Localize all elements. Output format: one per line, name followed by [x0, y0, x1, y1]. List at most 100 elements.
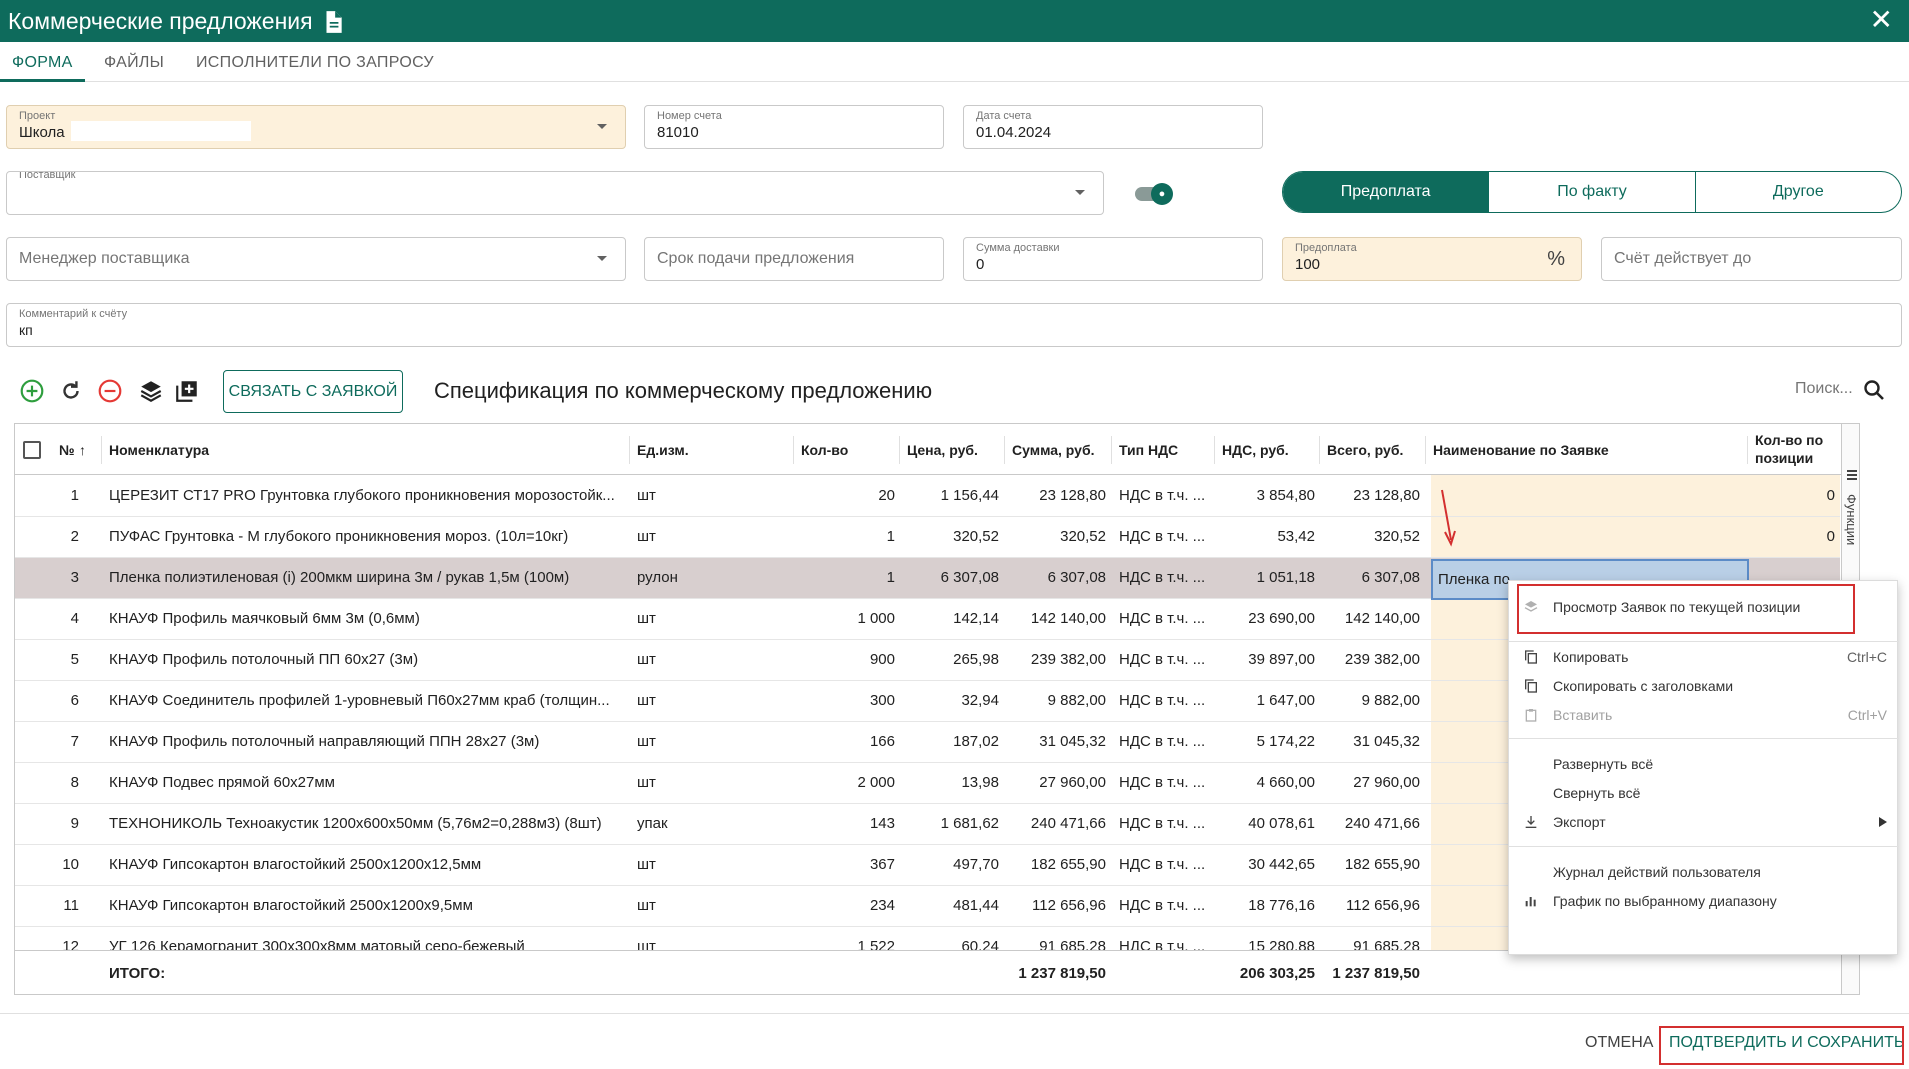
menu-item-export[interactable]: Экспорт	[1509, 805, 1899, 839]
row-price: 265,98	[953, 651, 999, 668]
col-separator	[899, 436, 900, 464]
row-price: 13,98	[961, 774, 999, 791]
row-nomenclature: КНАУФ Соединитель профилей 1-уровневый П…	[109, 692, 610, 709]
table-row[interactable]: 2 ПУФАС Грунтовка - М глубокого проникнов…	[15, 517, 1840, 558]
search-icon[interactable]	[1862, 378, 1886, 402]
tab-files[interactable]: ФАЙЛЫ	[104, 54, 164, 72]
comment-field[interactable]: Комментарий к счёту кп	[6, 303, 1902, 347]
col-request-qty[interactable]: Кол-во по позиции	[1755, 431, 1835, 467]
submission-deadline-field[interactable]: Срок подачи предложения	[644, 237, 944, 281]
row-number: 10	[62, 856, 79, 873]
menu-item-label: Экспорт	[1553, 814, 1606, 830]
remove-circle-icon[interactable]	[97, 378, 123, 404]
col-price[interactable]: Цена, руб.	[907, 442, 978, 458]
annotation-highlight-box	[1659, 1026, 1904, 1065]
functions-label: Функции	[1844, 494, 1859, 546]
row-qty: 1	[886, 569, 895, 586]
payment-on-fact-button[interactable]: По факту	[1488, 172, 1694, 212]
row-number: 1	[70, 487, 79, 504]
spec-title: Спецификация по коммерческому предложени…	[434, 378, 933, 403]
row-unit: рулон	[637, 569, 678, 586]
invoice-date-field[interactable]: Дата счета 01.04.2024	[963, 105, 1263, 149]
payment-other-button[interactable]: Другое	[1694, 172, 1901, 212]
paste-icon	[1525, 709, 1537, 722]
supplier-search-toggle[interactable]: ●	[1135, 183, 1173, 205]
row-sum: 142 140,00	[1030, 610, 1106, 627]
select-all-checkbox[interactable]	[23, 441, 41, 459]
delivery-sum-value: 0	[976, 256, 985, 273]
supplier-manager-field[interactable]: Менеджер поставщика	[6, 237, 626, 281]
footer-divider	[0, 1013, 1909, 1014]
add-copy-icon[interactable]	[174, 378, 200, 404]
chevron-down-icon[interactable]	[1075, 190, 1085, 195]
row-sum: 23 128,80	[1039, 487, 1106, 504]
col-separator	[629, 436, 630, 464]
row-sum: 320,52	[1060, 528, 1106, 545]
col-qty[interactable]: Кол-во	[801, 442, 848, 458]
menu-item-label: Копировать	[1553, 649, 1629, 665]
col-request-name[interactable]: Наименование по Заявке	[1433, 442, 1609, 458]
col-nomenclature[interactable]: Номенклатура	[109, 442, 209, 458]
layers-icon[interactable]	[138, 378, 164, 404]
row-nomenclature: ТЕХНОНИКОЛЬ Техноакустик 1200х600х50мм (…	[109, 815, 602, 832]
col-sum[interactable]: Сумма, руб.	[1012, 442, 1095, 458]
add-circle-icon[interactable]	[19, 378, 45, 404]
row-unit: шт	[637, 897, 656, 914]
invoice-number-field[interactable]: Номер счета 81010	[644, 105, 944, 149]
row-price: 497,70	[953, 856, 999, 873]
menu-item-range-chart[interactable]: График по выбранному диапазону	[1509, 884, 1899, 918]
row-number: 6	[70, 692, 79, 709]
delivery-sum-field[interactable]: Сумма доставки 0	[963, 237, 1263, 281]
row-total: 112 656,96	[1346, 897, 1420, 914]
window-title: Коммерческие предложения	[8, 8, 313, 34]
row-total: 27 960,00	[1353, 774, 1420, 791]
invoice-valid-until-placeholder: Счёт действует до	[1614, 250, 1752, 267]
search-input[interactable]: Поиск...	[1795, 380, 1853, 398]
row-unit: шт	[637, 774, 656, 791]
col-total[interactable]: Всего, руб.	[1327, 442, 1403, 458]
row-number: 8	[70, 774, 79, 791]
col-vat-type[interactable]: Тип НДС	[1119, 442, 1178, 458]
tab-form[interactable]: ФОРМА	[12, 54, 73, 72]
comment-value: кп	[19, 322, 33, 338]
prepayment-field[interactable]: Предоплата 100 %	[1282, 237, 1582, 281]
col-number[interactable]: №	[59, 442, 75, 458]
row-qty: 234	[869, 897, 895, 914]
row-price: 142,14	[953, 610, 999, 627]
menu-item-paste[interactable]: Вставить Ctrl+V	[1509, 698, 1899, 732]
row-total: 240 471,66	[1344, 815, 1420, 832]
sort-asc-icon[interactable]: ↑	[79, 442, 86, 458]
tab-executors[interactable]: ИСПОЛНИТЕЛИ ПО ЗАПРОСУ	[196, 54, 434, 72]
link-to-request-button[interactable]: СВЯЗАТЬ С ЗАЯВКОЙ	[223, 370, 403, 413]
table-row[interactable]: 1 ЦЕРЕЗИТ СТ17 PRO Грунтовка глубокого пр…	[15, 476, 1840, 517]
row-total: 239 382,00	[1344, 651, 1420, 668]
refresh-icon[interactable]	[58, 378, 84, 404]
payment-prepayment-button[interactable]: Предоплата	[1283, 172, 1489, 212]
totals-vat: 206 303,25	[1239, 965, 1315, 982]
row-total: 142 140,00	[1344, 610, 1420, 627]
row-number: 5	[70, 651, 79, 668]
col-unit[interactable]: Ед.изм.	[637, 442, 689, 458]
chevron-down-icon[interactable]	[597, 256, 607, 261]
row-unit: шт	[637, 733, 656, 750]
row-unit: шт	[637, 528, 656, 545]
row-price: 1 681,62	[940, 815, 999, 832]
row-qty: 367	[869, 856, 895, 873]
row-unit: шт	[637, 856, 656, 873]
close-icon[interactable]: ✕	[1870, 6, 1893, 34]
row-nomenclature: ПУФАС Грунтовка - М глубокого проникнове…	[109, 528, 569, 545]
row-vat: 5 174,22	[1256, 733, 1315, 750]
menu-item-label: Развернуть всё	[1553, 756, 1654, 772]
project-field[interactable]: Проект Школа	[6, 105, 626, 149]
row-vat-type: НДС в т.ч. ...	[1119, 487, 1206, 504]
row-number: 11	[63, 897, 79, 914]
col-vat[interactable]: НДС, руб.	[1222, 442, 1289, 458]
invoice-valid-until-field[interactable]: Счёт действует до	[1601, 237, 1902, 281]
supplier-field[interactable]: Поставщик	[6, 171, 1104, 215]
cancel-button[interactable]: ОТМЕНА	[1585, 1034, 1653, 1052]
chevron-down-icon[interactable]	[597, 124, 607, 129]
document-icon	[326, 11, 342, 33]
row-number: 7	[70, 733, 79, 750]
totals-label: ИТОГО:	[109, 965, 166, 982]
project-label: Проект	[19, 110, 56, 122]
